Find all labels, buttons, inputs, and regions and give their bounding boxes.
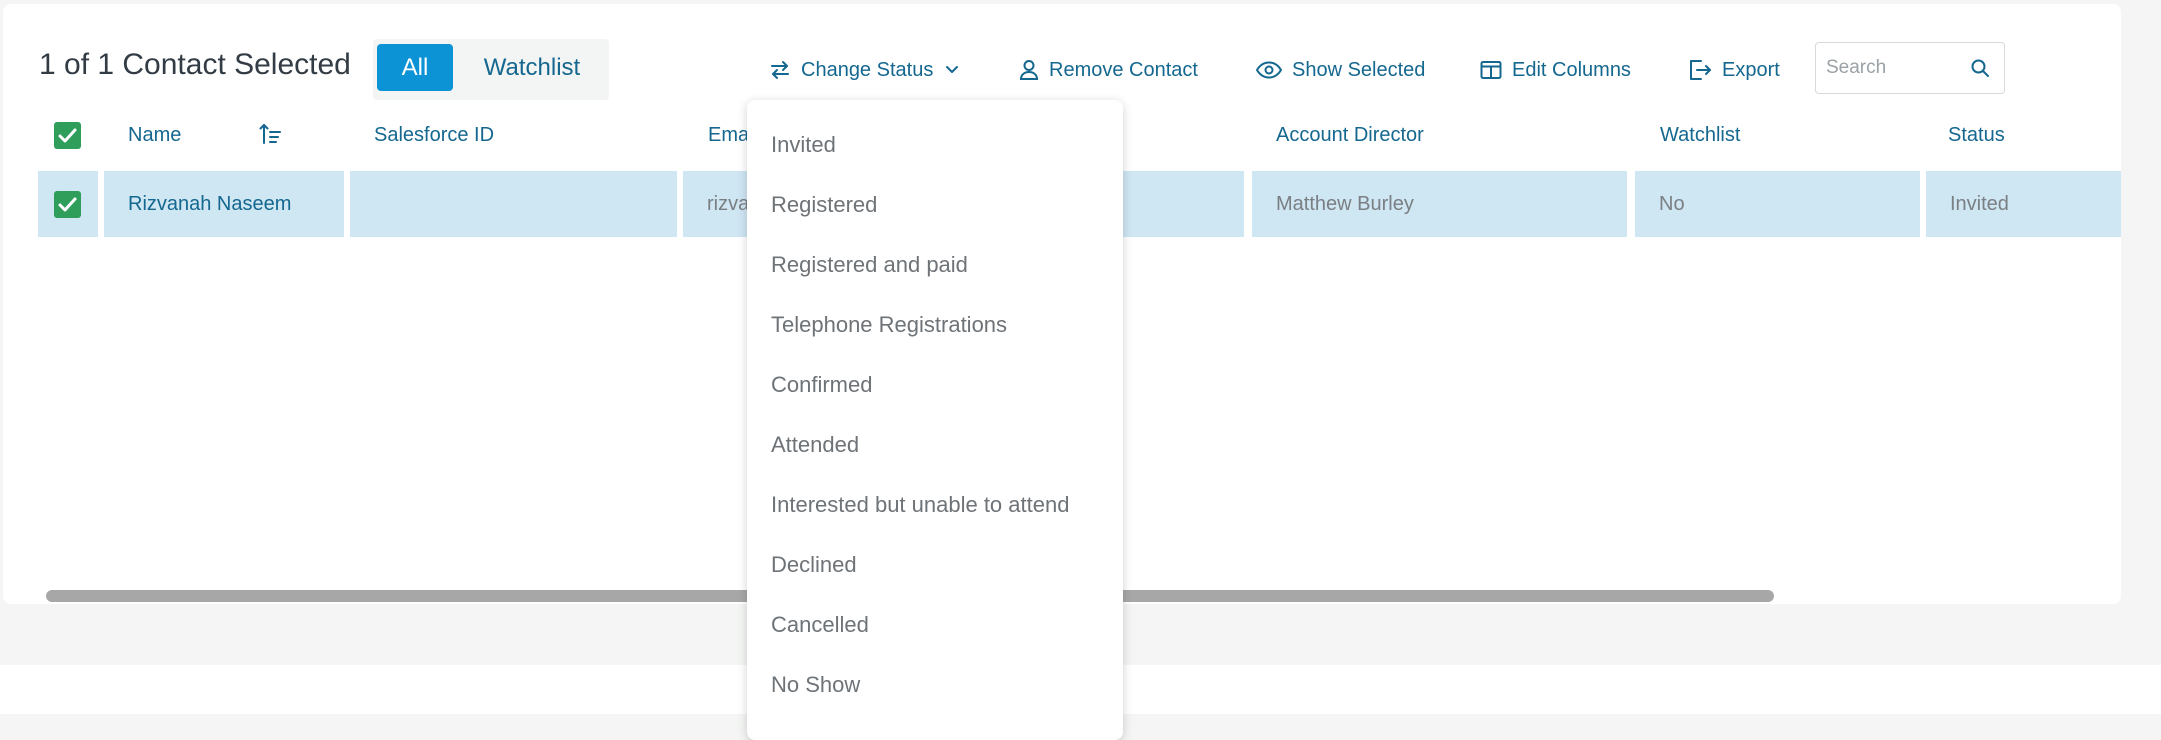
remove-contact-label: Remove Contact xyxy=(1049,58,1198,81)
export-label: Export xyxy=(1722,58,1780,81)
change-status-button[interactable]: Change Status xyxy=(769,54,959,86)
menu-item-attended[interactable]: Attended xyxy=(771,432,859,458)
change-status-label: Change Status xyxy=(801,58,934,81)
user-icon xyxy=(1019,59,1039,81)
menu-item-declined[interactable]: Declined xyxy=(771,552,857,578)
checkbox-checked-icon xyxy=(58,197,77,212)
menu-item-invited[interactable]: Invited xyxy=(771,132,836,158)
menu-item-registered[interactable]: Registered xyxy=(771,192,877,218)
column-header-account-director[interactable]: Account Director xyxy=(1276,124,1424,147)
search-box xyxy=(1815,42,2005,94)
show-selected-label: Show Selected xyxy=(1292,58,1426,81)
checkbox-checked-icon xyxy=(58,128,77,143)
tab-watchlist[interactable]: Watchlist xyxy=(461,44,603,91)
table-cell-watchlist: No xyxy=(1635,171,1920,237)
edit-columns-button[interactable]: Edit Columns xyxy=(1480,54,1631,86)
table-cell-account-director: Matthew Burley xyxy=(1252,171,1627,237)
sort-ascending-icon[interactable] xyxy=(259,123,281,150)
change-status-menu: Invited Registered Registered and paid T… xyxy=(747,100,1123,740)
select-all-checkbox[interactable] xyxy=(54,122,81,149)
eye-icon xyxy=(1256,61,1282,79)
columns-icon xyxy=(1480,60,1502,80)
view-toggle: All Watchlist xyxy=(373,39,609,100)
chevron-down-icon xyxy=(945,65,959,75)
search-input[interactable] xyxy=(1826,53,1966,83)
tab-all[interactable]: All xyxy=(377,44,453,91)
remove-contact-button[interactable]: Remove Contact xyxy=(1019,54,1198,86)
menu-item-cancelled[interactable]: Cancelled xyxy=(771,612,869,638)
table-row-checkbox-cell xyxy=(38,171,98,237)
row-checkbox[interactable] xyxy=(54,191,81,218)
show-selected-button[interactable]: Show Selected xyxy=(1256,54,1425,86)
menu-item-interested-but-unable[interactable]: Interested but unable to attend xyxy=(771,492,1069,518)
export-button[interactable]: Export xyxy=(1688,54,1780,86)
table-cell-name[interactable]: Rizvanah Naseem xyxy=(104,171,344,237)
table-cell-status: Invited xyxy=(1926,171,2121,237)
menu-item-telephone-registrations[interactable]: Telephone Registrations xyxy=(771,312,1007,338)
menu-item-registered-and-paid[interactable]: Registered and paid xyxy=(771,252,968,278)
menu-item-no-show[interactable]: No Show xyxy=(771,672,860,698)
search-icon[interactable] xyxy=(1970,58,1990,83)
column-header-status[interactable]: Status xyxy=(1948,124,2005,147)
column-header-salesforce-id[interactable]: Salesforce ID xyxy=(374,124,494,147)
table-cell-salesforce-id xyxy=(350,171,677,237)
selection-count: 1 of 1 Contact Selected xyxy=(39,48,351,81)
column-header-email[interactable]: Ema xyxy=(708,124,749,147)
column-header-name[interactable]: Name xyxy=(128,124,181,147)
export-icon xyxy=(1688,59,1712,81)
menu-item-confirmed[interactable]: Confirmed xyxy=(771,372,872,398)
swap-arrows-icon xyxy=(769,59,791,81)
edit-columns-label: Edit Columns xyxy=(1512,58,1631,81)
column-header-watchlist[interactable]: Watchlist xyxy=(1660,124,1740,147)
